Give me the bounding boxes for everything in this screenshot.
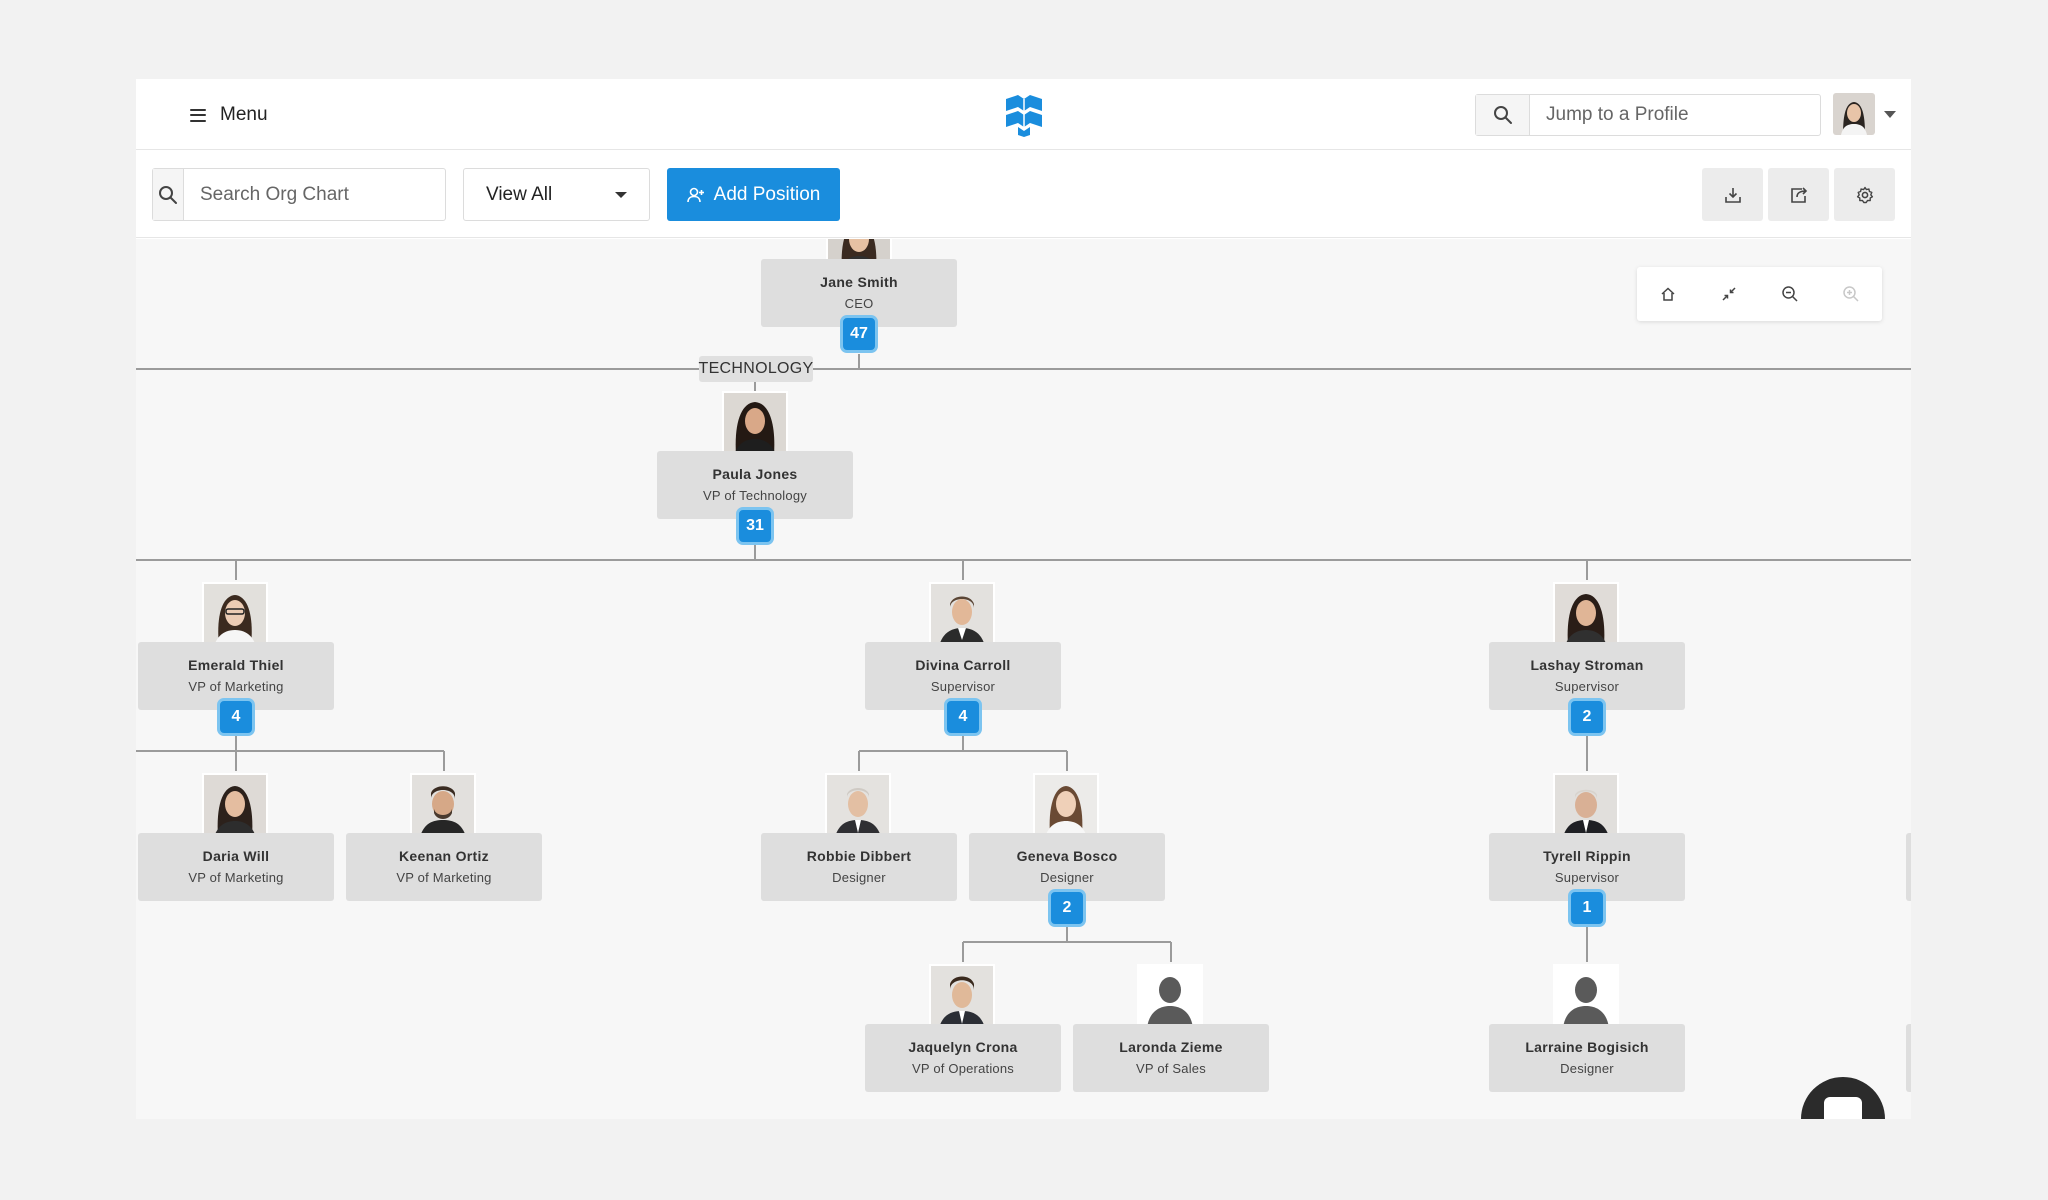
avatar[interactable] [722, 391, 788, 457]
node-title: Supervisor [1554, 679, 1620, 694]
report-count-badge[interactable]: 1 [1568, 889, 1606, 927]
node-title: VP of Operations [912, 1061, 1014, 1076]
report-count-badge[interactable]: 2 [1568, 698, 1606, 736]
report-count-badge[interactable]: 4 [217, 698, 255, 736]
toolbar: View All Add Position [136, 150, 1911, 238]
org-node-keenan-ortiz[interactable]: Keenan Ortiz VP of Marketing [346, 833, 542, 901]
node-name: Jane Smith [820, 274, 898, 290]
org-node-offscreen[interactable] [1906, 1024, 1911, 1092]
avatar[interactable] [202, 582, 268, 648]
avatar[interactable] [929, 582, 995, 648]
org-node-laronda-zieme[interactable]: Laronda Zieme VP of Sales [1073, 1024, 1269, 1092]
settings-button[interactable] [1834, 168, 1895, 221]
home-icon [1660, 287, 1675, 301]
add-position-button[interactable]: Add Position [667, 168, 840, 221]
org-node-robbie-dibbert[interactable]: Robbie Dibbert Designer [761, 833, 957, 901]
avatar[interactable] [1833, 93, 1875, 135]
org-node-offscreen[interactable] [1906, 833, 1911, 901]
avatar[interactable] [1553, 773, 1619, 839]
node-title: Designer [1560, 1061, 1614, 1076]
zoom-in-icon [1842, 286, 1859, 302]
share-button[interactable] [1768, 168, 1829, 221]
org-node-jaquelyn-crona[interactable]: Jaquelyn Crona VP of Operations [865, 1024, 1061, 1092]
download-button[interactable] [1702, 168, 1763, 221]
collapse-icon [1721, 287, 1736, 301]
node-name: Larraine Bogisich [1525, 1039, 1649, 1055]
org-chart-app: Menu Vie [136, 79, 1911, 1119]
add-position-label: Add Position [713, 183, 821, 205]
org-node-larraine-bogisich[interactable]: Larraine Bogisich Designer [1489, 1024, 1685, 1092]
zoom-in-button[interactable] [1820, 267, 1881, 321]
node-name: Divina Carroll [915, 657, 1011, 673]
node-title: Designer [1040, 870, 1094, 885]
avatar[interactable] [1137, 964, 1203, 1030]
report-count-badge[interactable]: 31 [736, 507, 774, 545]
menu-button[interactable]: Menu [190, 101, 268, 129]
brand-logo[interactable] [1004, 93, 1044, 137]
org-node-daria-will[interactable]: Daria Will VP of Marketing [138, 833, 334, 901]
jump-to-profile [1475, 94, 1821, 136]
node-name: Laronda Zieme [1119, 1039, 1223, 1055]
share-icon [1790, 186, 1807, 203]
node-title: CEO [844, 296, 874, 311]
avatar[interactable] [825, 773, 891, 839]
node-name: Tyrell Rippin [1543, 848, 1631, 864]
chevron-down-icon[interactable] [1884, 111, 1896, 118]
node-name: Robbie Dibbert [806, 848, 912, 864]
node-name: Daria Will [202, 848, 270, 864]
avatar[interactable] [202, 773, 268, 839]
avatar[interactable] [929, 964, 995, 1030]
avatar[interactable] [1033, 773, 1099, 839]
collapse-button[interactable] [1698, 267, 1759, 321]
gear-icon [1856, 186, 1873, 203]
node-title: VP of Marketing [188, 679, 284, 694]
report-count-badge[interactable]: 2 [1048, 889, 1086, 927]
chat-icon [1824, 1097, 1862, 1119]
zoom-out-button[interactable] [1759, 267, 1820, 321]
search-icon[interactable] [1476, 95, 1530, 135]
top-bar: Menu [136, 79, 1911, 150]
search-org-chart-input[interactable] [184, 169, 445, 220]
home-button[interactable] [1637, 267, 1698, 321]
hamburger-icon [190, 108, 206, 122]
zoom-controls [1637, 267, 1882, 321]
node-title: VP of Marketing [188, 870, 284, 885]
node-name: Keenan Ortiz [399, 848, 489, 864]
org-chart-search [152, 168, 446, 221]
node-title: VP of Sales [1136, 1061, 1206, 1076]
node-name: Emerald Thiel [188, 657, 284, 673]
menu-label: Menu [220, 104, 268, 125]
jump-to-profile-input[interactable] [1530, 95, 1820, 135]
download-icon [1724, 187, 1741, 203]
avatar[interactable] [1553, 964, 1619, 1030]
department-label: TECHNOLOGY [699, 356, 813, 382]
node-title: Supervisor [1554, 870, 1620, 885]
chevron-down-icon [615, 192, 627, 198]
avatar[interactable] [1553, 582, 1619, 648]
node-name: Paula Jones [712, 466, 798, 482]
node-name: Jaquelyn Crona [908, 1039, 1018, 1055]
search-icon[interactable] [153, 169, 184, 220]
org-chart-canvas[interactable]: TECHNOLOGY Jane Smith CEO 47 Paula Jones… [136, 239, 1911, 1119]
add-user-icon [686, 187, 704, 202]
avatar[interactable] [410, 773, 476, 839]
node-title: Supervisor [930, 679, 996, 694]
node-title: VP of Technology [703, 488, 807, 503]
report-count-badge[interactable]: 47 [840, 315, 878, 353]
report-count-badge[interactable]: 4 [944, 698, 982, 736]
node-name: Lashay Stroman [1530, 657, 1644, 673]
view-filter-value: View All [486, 183, 553, 205]
node-title: Designer [832, 870, 886, 885]
node-title: VP of Marketing [396, 870, 492, 885]
view-filter-select[interactable]: View All [463, 168, 650, 221]
node-name: Geneva Bosco [1016, 848, 1118, 864]
zoom-out-icon [1781, 286, 1798, 302]
